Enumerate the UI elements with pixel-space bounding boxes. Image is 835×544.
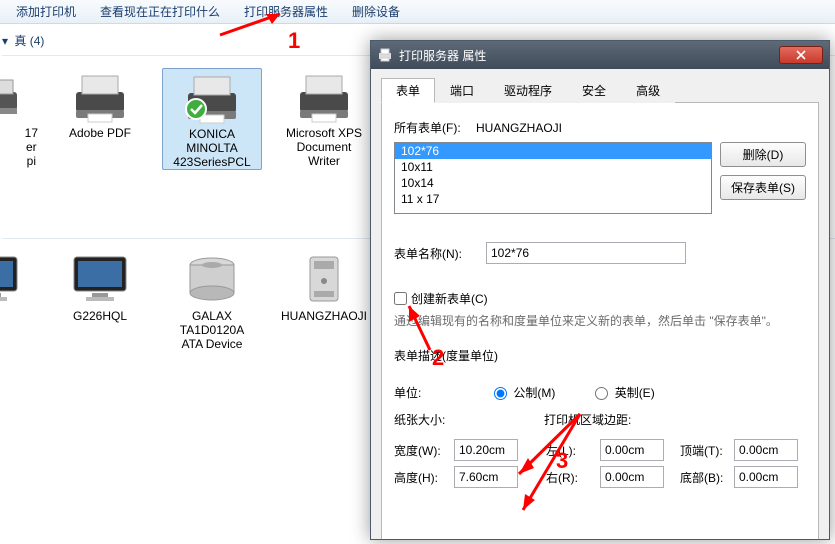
height-label: 高度(H): [394, 469, 448, 486]
monitor-icon [68, 251, 132, 307]
unit-english-label: 英制(E) [615, 386, 655, 400]
device-label: G226HQL [73, 309, 127, 323]
printer-item[interactable]: Adobe PDF [50, 68, 150, 170]
dialog-titlebar[interactable]: 打印服务器 属性 [371, 41, 829, 69]
unit-english-option[interactable]: 英制(E) [595, 384, 654, 401]
bottom-label: 底部(B): [680, 469, 728, 486]
toolbar-remove-device[interactable]: 删除设备 [340, 1, 412, 22]
collapse-icon: ▾ [2, 34, 8, 48]
unit-metric-option[interactable]: 公制(M) [494, 384, 555, 401]
unit-metric-label: 公制(M) [513, 386, 555, 400]
toolbar: 添加打印机 查看现在正在打印什么 打印服务器属性 删除设备 [0, 0, 835, 24]
form-name-label: 表单名称(N): [394, 245, 486, 262]
left-input[interactable] [600, 439, 664, 461]
printer-small-icon [377, 47, 393, 63]
margins-label: 打印机区域边距: [544, 411, 631, 428]
category-count: (4) [30, 34, 45, 48]
list-item[interactable]: 10x11 [395, 159, 711, 175]
printer-label: Adobe PDF [69, 126, 131, 140]
printer-label: Microsoft XPS Document Writer [286, 126, 362, 168]
list-item[interactable]: 102*76 [395, 143, 711, 159]
tab-drivers[interactable]: 驱动程序 [489, 78, 567, 103]
tab-row: 表单 端口 驱动程序 安全 高级 [381, 77, 819, 103]
printer-icon [0, 68, 38, 124]
printer-icon [68, 68, 132, 124]
device-item[interactable]: HUANGZHAOJI [274, 251, 374, 351]
bottom-input[interactable] [734, 466, 798, 488]
printer-item[interactable]: Microsoft XPS Document Writer [274, 68, 374, 170]
unit-metric-radio[interactable] [494, 387, 507, 400]
right-input[interactable] [600, 466, 664, 488]
height-input[interactable] [454, 466, 518, 488]
all-forms-label: 所有表单(F): [394, 119, 476, 136]
form-description-group-title: 表单描述(度量单位) [394, 347, 806, 364]
form-name-input[interactable] [486, 242, 686, 264]
printer-label: KONICA MINOLTA 423SeriesPCL [173, 127, 250, 169]
list-item[interactable]: 10x14 [395, 175, 711, 191]
list-item[interactable]: 11 x 17 [395, 191, 711, 207]
tab-panel-forms: 所有表单(F): HUANGZHAOJI 102*76 10x11 10x14 … [381, 103, 819, 539]
device-label: HUANGZHAOJI [281, 309, 367, 323]
device-item[interactable]: G226HQL [50, 251, 150, 351]
paper-size-column: 宽度(W): 高度(H): [394, 434, 518, 493]
right-label: 右(R): [546, 469, 594, 486]
create-new-form-checkbox[interactable] [394, 292, 407, 305]
tab-advanced[interactable]: 高级 [621, 78, 675, 103]
close-button[interactable] [779, 46, 823, 64]
toolbar-server-properties[interactable]: 打印服务器属性 [232, 1, 340, 22]
tab-forms[interactable]: 表单 [381, 78, 435, 103]
paper-size-label: 纸张大小: [394, 411, 544, 428]
dialog-title: 打印服务器 属性 [399, 47, 779, 64]
unit-english-radio[interactable] [595, 387, 608, 400]
top-label: 顶端(T): [680, 442, 728, 459]
hdd-icon [180, 251, 244, 307]
margins-column: 左(L): 顶端(T): 右(R): 底部(B): [546, 434, 798, 493]
all-forms-value: HUANGZHAOJI [476, 121, 562, 135]
left-label: 左(L): [546, 442, 594, 459]
computer-icon [292, 251, 356, 307]
toolbar-add-printer[interactable]: 添加打印机 [4, 1, 88, 22]
top-input[interactable] [734, 439, 798, 461]
printer-icon [180, 69, 244, 125]
width-input[interactable] [454, 439, 518, 461]
device-label: GALAX TA1D0120A ATA Device [180, 309, 244, 351]
printer-label: 17 er pi [25, 126, 38, 168]
close-icon [796, 50, 806, 60]
unit-label: 单位: [394, 384, 454, 401]
tab-security[interactable]: 安全 [567, 78, 621, 103]
monitor-icon [0, 251, 38, 307]
width-label: 宽度(W): [394, 442, 448, 459]
forms-listbox[interactable]: 102*76 10x11 10x14 11 x 17 [394, 142, 712, 214]
toolbar-see-printing[interactable]: 查看现在正在打印什么 [88, 1, 232, 22]
delete-button[interactable]: 删除(D) [720, 142, 806, 167]
print-server-properties-dialog: 打印服务器 属性 表单 端口 驱动程序 安全 高级 所有表单(F): HUANG… [370, 40, 830, 540]
save-form-button[interactable]: 保存表单(S) [720, 175, 806, 200]
tab-ports[interactable]: 端口 [435, 78, 489, 103]
dialog-body: 表单 端口 驱动程序 安全 高级 所有表单(F): HUANGZHAOJI 10… [371, 69, 829, 539]
device-item[interactable]: GALAX TA1D0120A ATA Device [162, 251, 262, 351]
create-new-form-label: 创建新表单(C) [411, 290, 488, 307]
device-item[interactable] [6, 251, 38, 351]
hint-text: 通过编辑现有的名称和度量单位来定义新的表单，然后单击 "保存表单"。 [394, 313, 806, 329]
printer-icon [292, 68, 356, 124]
printer-item[interactable]: 17 er pi [6, 68, 38, 170]
category-title: 真 [14, 34, 26, 48]
printer-item-selected[interactable]: KONICA MINOLTA 423SeriesPCL [162, 68, 262, 170]
